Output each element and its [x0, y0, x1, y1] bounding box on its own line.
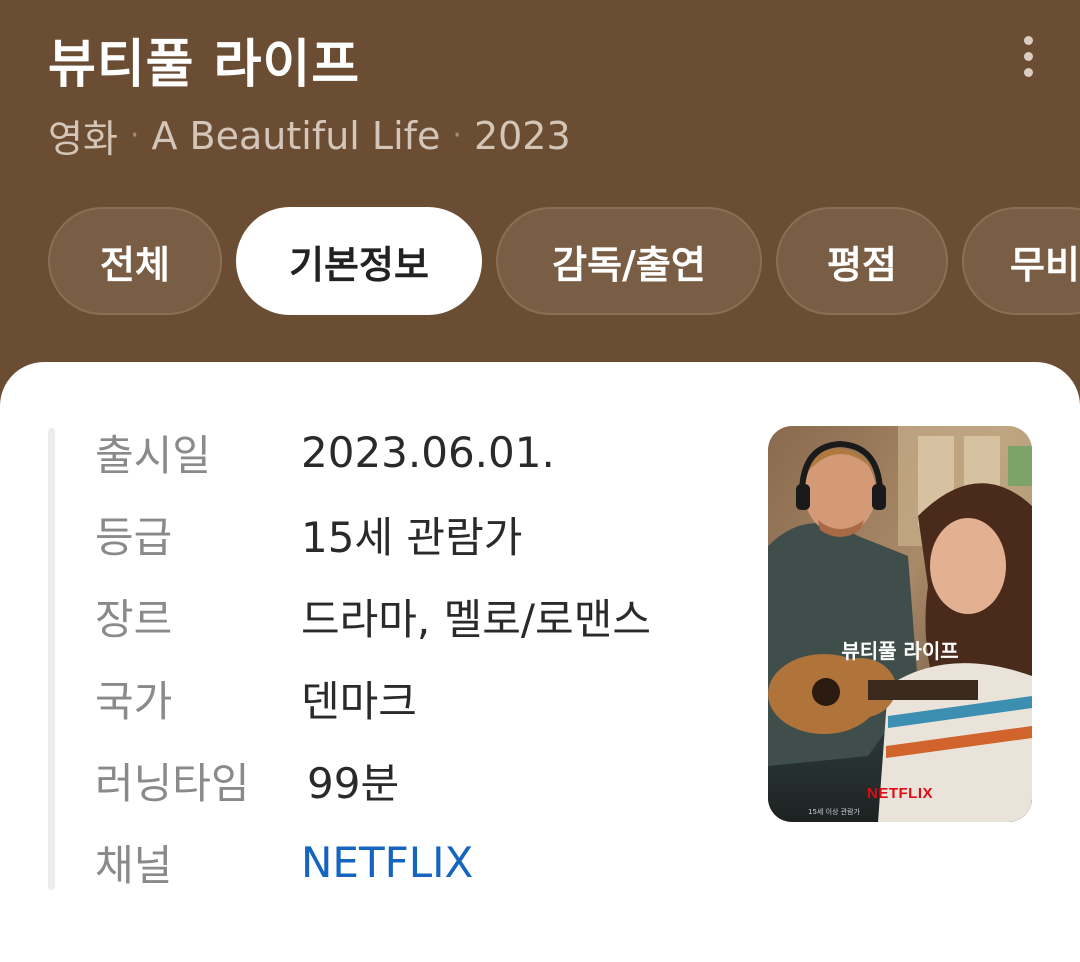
movie-poster[interactable]: 뷰티풀 라이프 NETFLIX 15세 이상 관람가	[768, 426, 1032, 822]
info-label: 등급	[95, 512, 173, 562]
poster-image: 뷰티풀 라이프 NETFLIX 15세 이상 관람가	[768, 426, 1032, 822]
info-row-rating: 등급 15세 관람가	[95, 504, 522, 564]
basic-info-card: 출시일 2023.06.01. 등급 15세 관람가 장르 드라마, 멜로/로맨…	[0, 362, 1080, 962]
info-label: 국가	[95, 676, 173, 726]
info-row-country: 국가 덴마크	[95, 668, 417, 728]
info-row-release-date: 출시일 2023.06.01.	[95, 422, 555, 482]
info-row-runtime: 러닝타임 99분	[95, 750, 399, 810]
poster-rating-note: 15세 이상 관람가	[808, 807, 861, 816]
separator: ·	[129, 118, 140, 153]
channel-link[interactable]: NETFLIX	[301, 838, 473, 887]
divider	[48, 428, 55, 890]
content-type: 영화	[48, 117, 118, 161]
info-value: 덴마크	[301, 676, 417, 726]
tab-director-cast[interactable]: 감독/출연	[496, 207, 762, 315]
info-label: 장르	[95, 594, 173, 644]
tab-basic-info[interactable]: 기본정보	[236, 207, 482, 315]
poster-title: 뷰티풀 라이프	[841, 639, 958, 663]
info-label: 출시일	[95, 430, 211, 480]
original-title: A Beautiful Life	[151, 113, 441, 158]
info-value: 99분	[307, 758, 400, 808]
tab-rating[interactable]: 평점	[776, 207, 948, 315]
more-vertical-icon	[1023, 51, 1033, 61]
netflix-logo: NETFLIX	[867, 785, 933, 802]
separator: ·	[452, 118, 462, 153]
info-row-genre: 장르 드라마, 멜로/로맨스	[95, 586, 651, 646]
info-value: 15세 관람가	[301, 512, 523, 562]
info-value: 2023.06.01.	[301, 427, 555, 477]
tab-movie[interactable]: 무비	[962, 207, 1080, 315]
more-options-button[interactable]	[1008, 30, 1048, 82]
release-year: 2023	[473, 113, 571, 158]
info-label: 채널	[95, 840, 173, 890]
info-row-channel: 채널 NETFLIX	[95, 832, 473, 892]
tab-all[interactable]: 전체	[48, 207, 222, 315]
more-vertical-icon	[1023, 67, 1033, 77]
info-label: 러닝타임	[95, 758, 250, 808]
info-value: 드라마, 멜로/로맨스	[301, 594, 651, 644]
more-vertical-icon	[1023, 35, 1033, 45]
header: 뷰티풀 라이프 영화 · A Beautiful Life · 2023 전체 …	[0, 0, 1080, 400]
tab-bar: 전체 기본정보 감독/출연 평점 무비	[48, 207, 1080, 315]
subtitle: 영화 · A Beautiful Life · 2023	[48, 108, 571, 163]
page-title: 뷰티풀 라이프	[48, 35, 361, 95]
